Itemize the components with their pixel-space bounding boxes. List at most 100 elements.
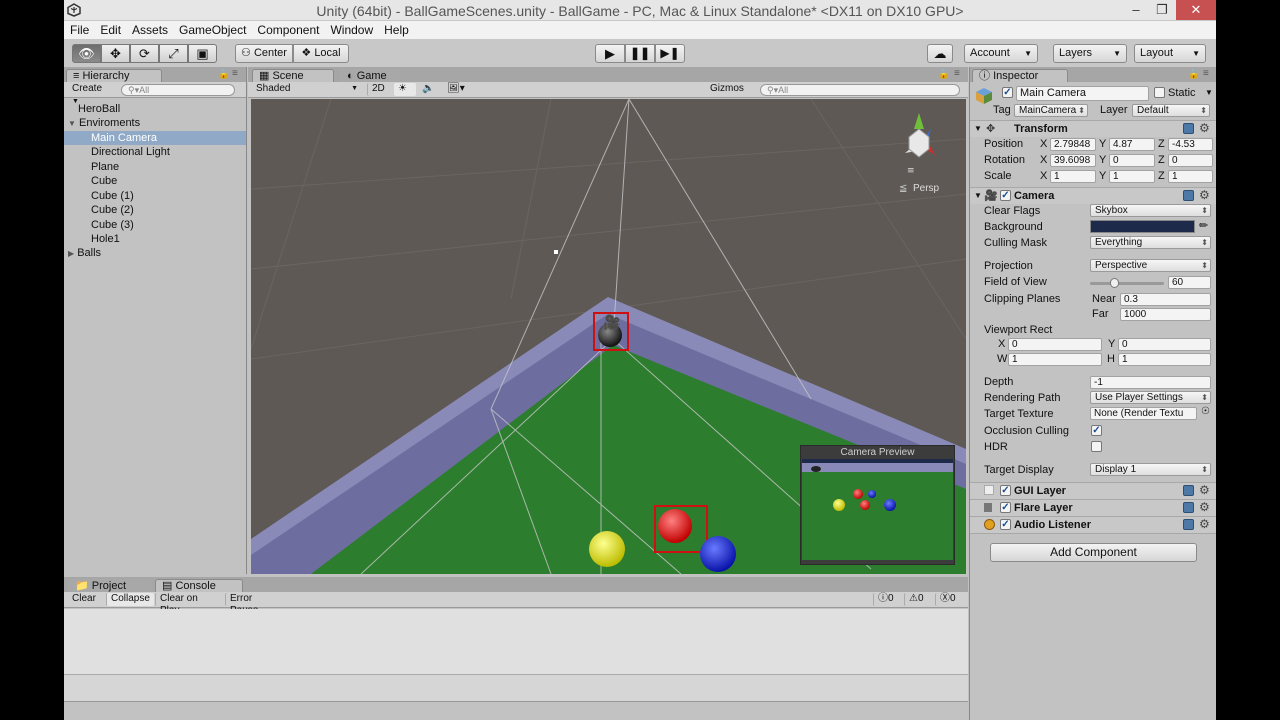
object-picker-icon[interactable]: ☉ [1201, 406, 1210, 417]
flare-layer-component-header[interactable]: ✓ Flare Layer ⚙ [970, 499, 1216, 516]
culling-mask-dropdown[interactable]: Everything [1090, 236, 1211, 249]
target-display-dropdown[interactable]: Display 1 [1090, 463, 1211, 476]
menu-help[interactable]: Help [378, 21, 414, 38]
hierarchy-item-main-camera[interactable]: Main Camera [64, 131, 246, 145]
rotate-tool-icon[interactable]: ⟳ [130, 44, 159, 63]
cloud-icon[interactable]: ☁ [927, 44, 953, 63]
lock-icon[interactable]: 🔒 [938, 69, 949, 80]
fov-slider-thumb[interactable] [1110, 278, 1120, 288]
console-error-toggle[interactable]: Ⓧ0 [935, 593, 965, 606]
pivot-center-button[interactable]: ⚇ Center [235, 44, 293, 63]
create-dropdown[interactable]: Create ▼ [68, 83, 114, 105]
object-name-field[interactable]: Main Camera [1016, 86, 1149, 101]
hierarchy-item-cube-3[interactable]: Cube (3) [64, 218, 246, 232]
depth-field[interactable]: -1 [1090, 376, 1211, 389]
hierarchy-item-plane[interactable]: Plane [64, 160, 246, 174]
hierarchy-item-enviroments[interactable]: ▼ Enviroments [64, 116, 246, 130]
tab-inspector[interactable]: ⓘ Inspector [972, 69, 1068, 82]
static-dropdown-icon[interactable]: ▼ [1205, 86, 1213, 99]
position-z-field[interactable]: -4.53 [1168, 138, 1213, 151]
lock-icon[interactable]: 🔒 [218, 69, 229, 80]
audio-listener-component-header[interactable]: ✓ Audio Listener ⚙ [970, 516, 1216, 533]
red-ball[interactable] [658, 509, 692, 543]
hierarchy-item-cube-2[interactable]: Cube (2) [64, 203, 246, 217]
layer-dropdown[interactable]: Default [1132, 104, 1210, 117]
background-color-swatch[interactable] [1090, 220, 1195, 233]
help-book-icon[interactable] [1183, 190, 1194, 201]
active-checkbox[interactable]: ✓ [1002, 87, 1013, 98]
gizmos-dropdown[interactable]: Gizmos ▼ [706, 83, 754, 105]
console-info-toggle[interactable]: ⓘ0 [873, 593, 903, 606]
camera-handle[interactable] [554, 250, 558, 254]
blue-ball[interactable] [700, 536, 736, 572]
gui-layer-checkbox[interactable]: ✓ [1000, 485, 1011, 496]
gear-icon[interactable]: ⚙ [1199, 517, 1210, 531]
far-field[interactable]: 1000 [1120, 308, 1211, 321]
target-texture-field[interactable]: None (Render Textu [1090, 407, 1197, 420]
occlusion-culling-checkbox[interactable]: ✓ [1091, 425, 1102, 436]
camera-component-header[interactable]: ▼ 🎥 ✓ Camera ⚙ [970, 187, 1216, 204]
clear-flags-dropdown[interactable]: Skybox [1090, 204, 1211, 217]
rotation-y-field[interactable]: 0 [1109, 154, 1155, 167]
console-detail-area[interactable] [64, 674, 968, 701]
hierarchy-item-heroball[interactable]: HeroBall [64, 102, 246, 116]
menu-component[interactable]: Component [251, 21, 324, 38]
collapse-arrow-icon[interactable]: ▶ [68, 249, 74, 258]
help-book-icon[interactable] [1183, 123, 1194, 134]
projection-dropdown[interactable]: Perspective [1090, 259, 1211, 272]
scene-search-input[interactable]: ⚲▾All [760, 84, 960, 96]
play-button[interactable]: ▶ [595, 44, 625, 63]
rect-tool-icon[interactable]: ▣ [188, 44, 217, 63]
move-tool-icon[interactable]: ✥ [101, 44, 130, 63]
menu-file[interactable]: File [64, 21, 94, 38]
console-clear-button[interactable]: Clear [68, 593, 104, 606]
menu-assets[interactable]: Assets [126, 21, 173, 38]
lock-icon[interactable]: 🔒 [1188, 69, 1199, 80]
flare-layer-checkbox[interactable]: ✓ [1000, 502, 1011, 513]
shading-mode-dropdown[interactable]: Shaded ▼ [252, 83, 360, 96]
hand-tool-icon[interactable]: 👁 [72, 44, 101, 63]
menu-edit[interactable]: Edit [94, 21, 126, 38]
tag-dropdown[interactable]: MainCamera [1014, 104, 1088, 117]
position-x-field[interactable]: 2.79848 [1050, 138, 1096, 151]
rendering-path-dropdown[interactable]: Use Player Settings [1090, 391, 1211, 404]
hierarchy-item-hole1[interactable]: Hole1 [64, 232, 246, 246]
console-error-pause-button[interactable]: Error Pause [225, 593, 287, 616]
minimize-icon[interactable]: – [1124, 0, 1148, 20]
console-collapse-button[interactable]: Collapse [106, 593, 154, 606]
position-y-field[interactable]: 4.87 [1109, 138, 1155, 151]
rotation-x-field[interactable]: 39.6098 [1050, 154, 1096, 167]
viewport-x-field[interactable]: 0 [1008, 338, 1102, 351]
console-warning-toggle[interactable]: ⚠0 [904, 593, 934, 606]
help-book-icon[interactable] [1183, 485, 1194, 496]
layers-dropdown[interactable]: Layers ▼ [1053, 44, 1127, 63]
static-checkbox[interactable]: ✓ [1154, 87, 1165, 98]
panel-menu-icon[interactable]: ≡ [954, 68, 960, 79]
viewport-h-field[interactable]: 1 [1118, 353, 1211, 366]
gear-icon[interactable]: ⚙ [1199, 121, 1210, 135]
hierarchy-item-directional-light[interactable]: Directional Light [64, 145, 246, 159]
tab-scene[interactable]: ▦ Scene [252, 69, 334, 82]
hierarchy-item-cube-1[interactable]: Cube (1) [64, 189, 246, 203]
tab-project[interactable]: 📁 Project [68, 579, 152, 592]
hierarchy-item-balls[interactable]: ▶ Balls [64, 246, 246, 260]
fov-field[interactable]: 60 [1168, 276, 1211, 289]
gear-icon[interactable]: ⚙ [1199, 188, 1210, 202]
scene-effects-icon[interactable]: 🖼▾ [443, 83, 473, 96]
viewport-y-field[interactable]: 0 [1118, 338, 1211, 351]
fov-slider-track[interactable] [1090, 282, 1164, 285]
audio-listener-checkbox[interactable]: ✓ [1000, 519, 1011, 530]
viewport-w-field[interactable]: 1 [1008, 353, 1102, 366]
pivot-local-button[interactable]: ❖ Local [293, 44, 349, 63]
add-component-button[interactable]: Add Component [990, 543, 1197, 562]
account-dropdown[interactable]: Account ▼ [964, 44, 1038, 63]
hierarchy-search-input[interactable]: ⚲▾All [121, 84, 235, 96]
hdr-checkbox[interactable]: ✓ [1091, 441, 1102, 452]
transform-component-header[interactable]: ▼ ✥ Transform ⚙ [970, 120, 1216, 137]
console-clear-on-play-button[interactable]: Clear on Play [155, 593, 223, 616]
pause-button[interactable]: ❚❚ [625, 44, 655, 63]
eyedropper-icon[interactable]: ✏ [1199, 219, 1208, 232]
yellow-ball[interactable] [589, 531, 625, 567]
scale-y-field[interactable]: 1 [1109, 170, 1155, 183]
2d-toggle[interactable]: 2D [367, 83, 389, 96]
